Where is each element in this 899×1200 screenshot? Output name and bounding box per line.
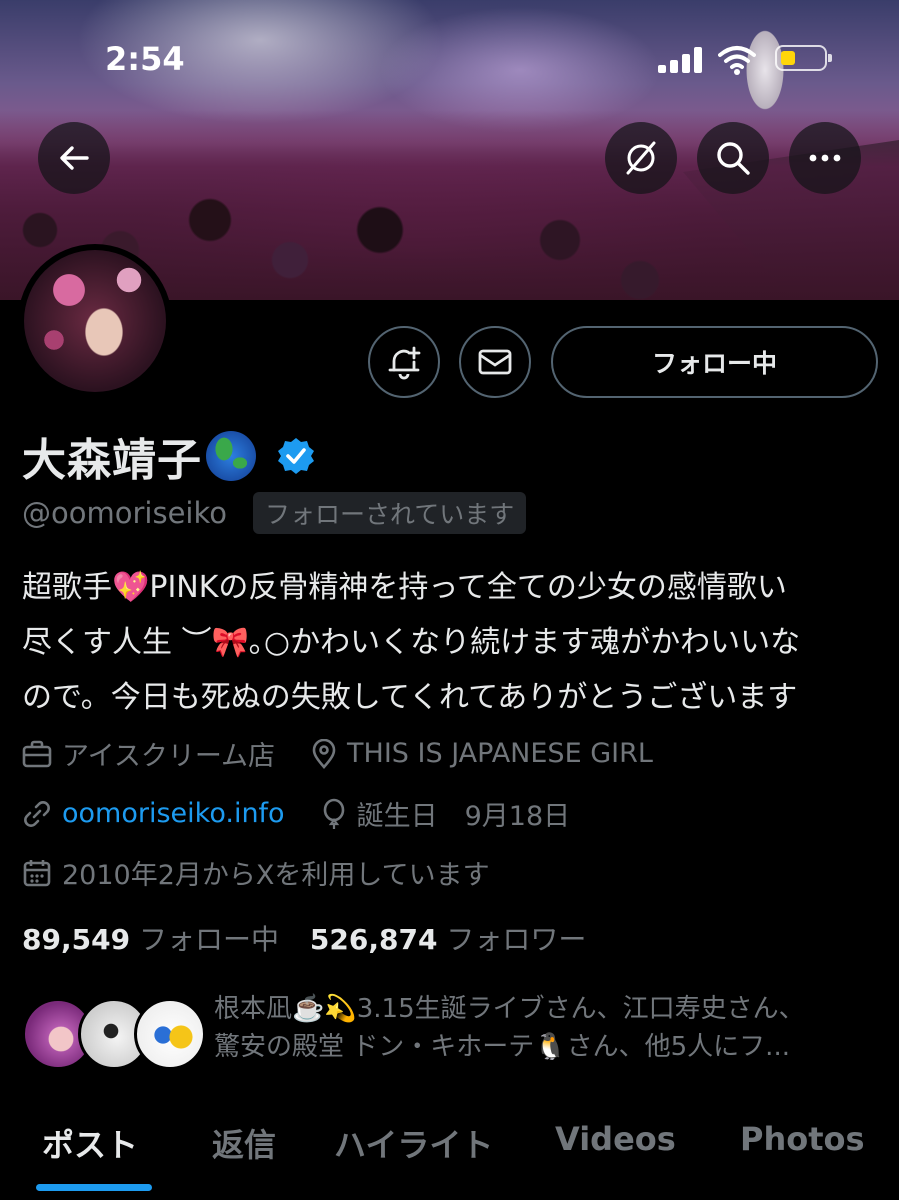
bio-line: 尽くす人生 ︶🎀｡○かわいくなり続けます魂がかわいいな [22,625,801,660]
profile-tabs: ポスト 返信 ハイライト Videos Photos [0,1100,899,1200]
display-name: 大森靖子 [22,435,202,486]
briefcase-icon [22,740,52,767]
following-count: 89,549 [22,923,131,956]
tab-replies[interactable]: 返信 [212,1120,276,1166]
followed-by-text: 根本凪☕️💫3.15生誕ライブさん、江口寿史さん、 驚安の殿堂 ドン・キホーテ🐧… [214,990,874,1066]
handle-row: @oomoriseiko フォローされています [22,492,527,534]
mutual-avatar [134,998,206,1070]
search-icon [717,142,750,175]
status-time: 2:54 [105,40,185,78]
tab-posts[interactable]: ポスト [42,1120,138,1166]
avatar[interactable] [18,244,172,398]
website-link[interactable]: oomoriseiko.info [62,798,285,829]
globe-emoji-icon [206,431,256,481]
profile-name-row: 大森靖子 [22,424,316,488]
location-text: THIS IS JAPANESE GIRL [347,738,653,769]
cell-signal-icon [658,47,704,73]
followed-by-line: 根本凪☕️💫3.15生誕ライブさん、江口寿史さん、 [214,994,805,1024]
joined-item: 2010年2月からXを利用しています [22,853,490,892]
tab-videos[interactable]: Videos [555,1120,676,1158]
battery-icon [775,45,832,71]
balloon-icon [323,798,344,829]
link-icon [24,800,50,827]
followers-count: 526,874 [309,923,438,956]
bell-plus-icon [388,346,421,380]
grok-icon [626,141,656,175]
arrow-left-icon [60,146,89,170]
back-button[interactable] [38,122,110,194]
verified-badge-icon[interactable] [276,436,316,476]
followers-you-know[interactable]: 根本凪☕️💫3.15生誕ライブさん、江口寿史さん、 驚安の殿堂 ドン・キホーテ🐧… [22,990,892,1070]
message-button[interactable] [459,326,531,398]
category-text: アイスクリーム店 [62,741,276,772]
location-pin-icon [312,738,336,769]
profile-meta-row-3: 2010年2月からXを利用しています [22,853,490,892]
website-item[interactable]: oomoriseiko.info [22,798,285,829]
wifi-icon [718,46,756,75]
followed-by-line: 驚安の殿堂 ドン・キホーテ🐧さん、他5人にフ... [214,1032,790,1062]
category-item: アイスクリーム店 [22,734,275,773]
follow-stats: 89,549 フォロー中 526,874 フォロワー [22,918,586,958]
followers-label: フォロワー [446,923,587,956]
grok-button[interactable] [605,122,677,194]
profile-meta-row-1: アイスクリーム店 THIS IS JAPANESE GIRL [22,734,653,773]
follows-you-badge: フォローされています [252,492,527,534]
following-link[interactable]: 89,549 フォロー中 [22,923,288,956]
envelope-icon [478,349,512,375]
search-button[interactable] [697,122,769,194]
bio-line: 超歌手💖PINKの反骨精神を持って全ての少女の感情歌い [22,570,787,605]
avatar-image [24,250,166,392]
notifications-button[interactable] [368,326,440,398]
calendar-icon [23,859,51,886]
bio-line: ので。今日も死ぬの失敗してくれてありがとうございます [22,680,798,715]
tab-photos[interactable]: Photos [740,1120,865,1158]
profile-meta-row-2: oomoriseiko.info 誕生日 9月18日 [22,794,570,833]
more-button[interactable] [789,122,861,194]
following-button[interactable]: フォロー中 [551,326,878,398]
joined-text: 2010年2月からXを利用しています [62,860,490,891]
tab-highlights[interactable]: ハイライト [334,1120,493,1166]
username-handle: @oomoriseiko [22,496,227,530]
following-button-label: フォロー中 [651,349,777,378]
active-tab-indicator [36,1184,152,1191]
profile-bio: 超歌手💖PINKの反骨精神を持って全ての少女の感情歌い 尽くす人生 ︶🎀｡○かわ… [22,560,882,725]
birthday-item: 誕生日 9月18日 [321,794,571,833]
birthday-text: 誕生日 9月18日 [356,801,571,832]
more-icon [809,154,841,162]
followers-link[interactable]: 526,874 フォロワー [310,923,586,956]
following-label: フォロー中 [138,923,279,956]
location-item: THIS IS JAPANESE GIRL [311,738,653,769]
